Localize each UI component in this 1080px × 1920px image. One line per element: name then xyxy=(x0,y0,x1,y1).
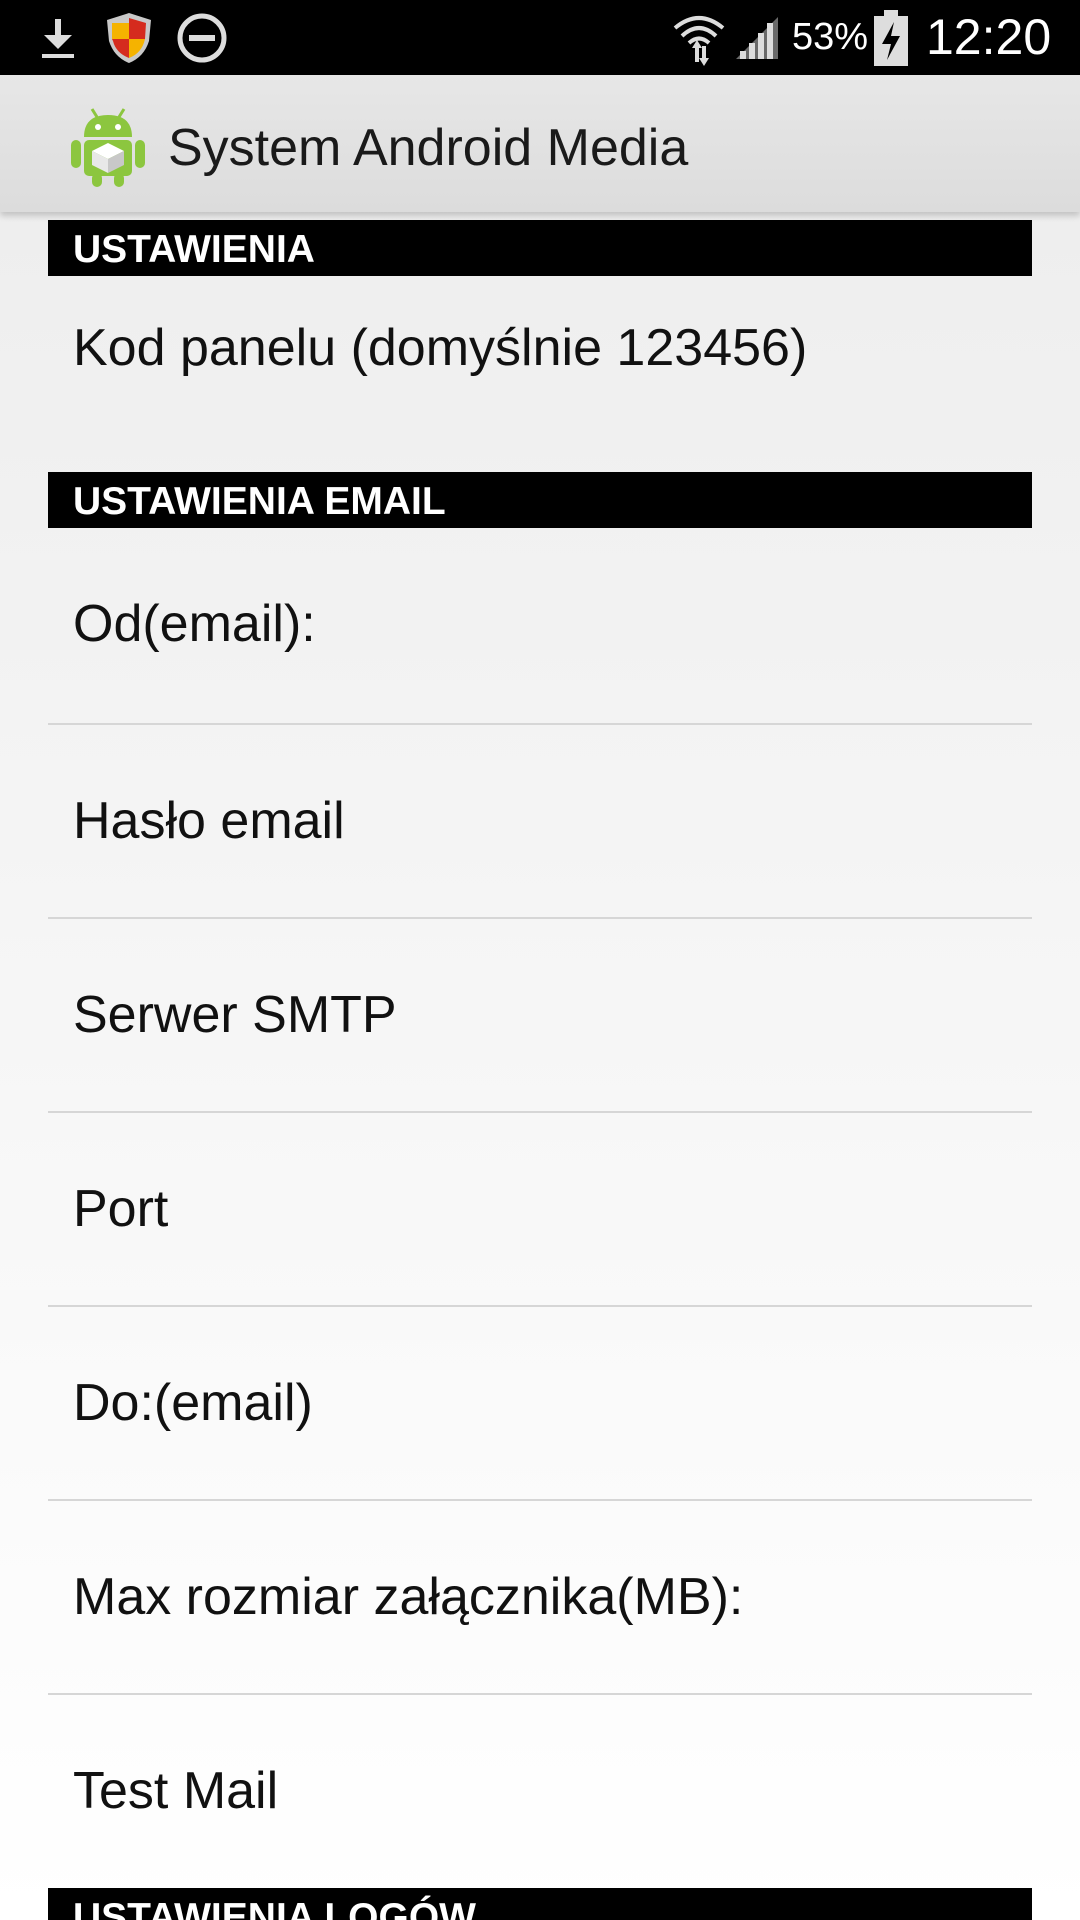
pref-max-attachment-size-label: Max rozmiar załącznika(MB): xyxy=(73,1568,744,1626)
signal-icon xyxy=(734,0,782,75)
pref-email-from[interactable]: Od(email): xyxy=(0,528,1080,720)
pref-email-from-label: Od(email): xyxy=(73,595,316,653)
do-not-disturb-icon xyxy=(176,0,228,75)
section-header-email: USTAWIENIA EMAIL xyxy=(48,472,1032,528)
app-title: System Android Media xyxy=(168,119,689,177)
pref-panel-code-label: Kod panelu (domyślnie 123456) xyxy=(73,319,808,377)
pref-max-attachment-size[interactable]: Max rozmiar załącznika(MB): xyxy=(0,1501,1080,1693)
pref-email-password-label: Hasło email xyxy=(73,792,345,850)
battery-percent: 53% xyxy=(792,16,869,58)
download-icon xyxy=(38,0,78,75)
pref-port[interactable]: Port xyxy=(0,1113,1080,1305)
pref-port-label: Port xyxy=(73,1180,169,1238)
section-header-logs: USTAWIENIA LOGÓW xyxy=(48,1888,1032,1920)
status-bar: 53% 12:20 xyxy=(0,0,1080,75)
preferences-list[interactable]: USTAWIENIA Kod panelu (domyślnie 123456)… xyxy=(0,212,1080,1920)
pref-email-to[interactable]: Do:(email) xyxy=(0,1307,1080,1499)
battery-charging-icon xyxy=(872,0,910,75)
pref-test-mail-label: Test Mail xyxy=(73,1762,279,1820)
pref-panel-code[interactable]: Kod panelu (domyślnie 123456) xyxy=(0,276,1080,420)
action-bar: System Android Media xyxy=(0,75,1080,212)
pref-test-mail[interactable]: Test Mail xyxy=(0,1695,1080,1887)
pref-email-password[interactable]: Hasło email xyxy=(0,725,1080,917)
wifi-icon xyxy=(672,0,726,75)
security-shield-icon xyxy=(104,0,154,75)
pref-smtp-server[interactable]: Serwer SMTP xyxy=(0,919,1080,1111)
clock: 12:20 xyxy=(926,9,1052,65)
section-header-settings: USTAWIENIA xyxy=(48,220,1032,276)
pref-smtp-server-label: Serwer SMTP xyxy=(73,986,397,1044)
pref-email-to-label: Do:(email) xyxy=(73,1374,313,1432)
android-robot-icon[interactable] xyxy=(68,105,148,189)
